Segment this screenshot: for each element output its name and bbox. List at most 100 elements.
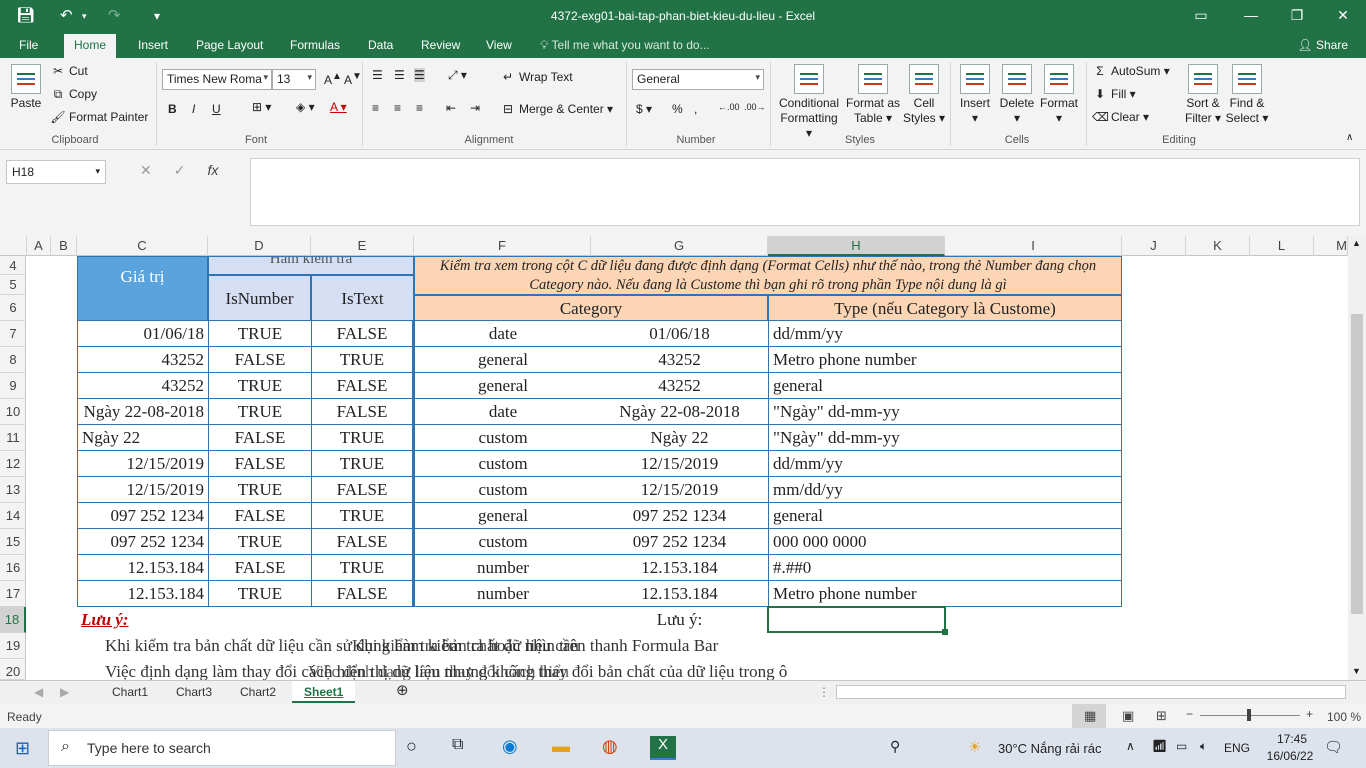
cell-shown-value[interactable]: 097 252 1234 <box>591 529 768 555</box>
middle-align-icon[interactable]: ☰ <box>394 68 405 82</box>
collapse-ribbon-icon[interactable]: ∧ <box>1346 132 1353 143</box>
align-center-icon[interactable]: ≡ <box>394 101 401 115</box>
sheet-tab-chart1[interactable]: Chart1 <box>100 681 160 703</box>
borders-icon[interactable]: ⊞ ▾ <box>252 100 271 114</box>
selected-cell-h18[interactable] <box>767 606 946 633</box>
tab-file[interactable]: File <box>19 38 38 52</box>
sheet-tab-chart2[interactable]: Chart2 <box>228 681 288 703</box>
italic-button[interactable]: I <box>192 102 195 116</box>
cell-value[interactable]: 43252 <box>77 373 208 399</box>
cut-button[interactable]: ✂ Cut <box>50 64 88 78</box>
select-all-corner[interactable] <box>0 236 27 256</box>
conditional-formatting-button[interactable]: Conditional Formatting ▾ <box>776 64 842 141</box>
cell-category[interactable]: number <box>414 581 591 607</box>
tell-me-box[interactable]: 💡︎ Tell me what you want to do... <box>540 38 710 53</box>
col-header-d[interactable]: D <box>208 236 311 256</box>
cell-istext[interactable]: TRUE <box>311 451 414 477</box>
font-name-combo[interactable]: Times New Roma ▾ <box>162 69 272 90</box>
tab-view[interactable]: View <box>486 38 512 52</box>
cell-category[interactable]: general <box>414 373 591 399</box>
currency-icon[interactable]: $ ▾ <box>636 102 652 116</box>
cell-isnumber[interactable]: TRUE <box>208 399 311 425</box>
decrease-decimal-icon[interactable]: .00→ <box>744 102 766 112</box>
underline-button[interactable]: U <box>212 102 221 116</box>
cell-shown-value[interactable]: 097 252 1234 <box>591 503 768 529</box>
horizontal-scrollbar[interactable] <box>836 685 1346 699</box>
header-isnumber[interactable]: IsNumber <box>208 275 311 321</box>
header-ham-kiem-tra[interactable]: Hàm kiểm tra <box>208 256 414 275</box>
cell-value[interactable]: 43252 <box>77 347 208 373</box>
scroll-up-icon[interactable]: ▲ <box>1352 238 1361 248</box>
cancel-icon[interactable]: ✕ <box>140 162 152 178</box>
page-break-icon[interactable]: ⊞ <box>1156 708 1167 724</box>
tab-insert[interactable]: Insert <box>138 38 168 52</box>
merge-center-button[interactable]: ⊟ Merge & Center ▾ <box>500 102 613 116</box>
tab-data[interactable]: Data <box>368 38 393 52</box>
col-header-j[interactable]: J <box>1122 236 1186 256</box>
header-instruction[interactable]: Kiểm tra xem trong cột C dữ liệu đang đư… <box>414 256 1122 295</box>
cell-shown-value[interactable]: Ngày 22-08-2018 <box>591 399 768 425</box>
decrease-font-icon[interactable]: A▼ <box>344 71 362 87</box>
cell-isnumber[interactable]: TRUE <box>208 321 311 347</box>
fill-color-icon[interactable]: ◈ ▾ <box>296 100 315 114</box>
copy-button[interactable]: ⧉ Copy <box>50 87 97 102</box>
cell-shown-value[interactable]: 12/15/2019 <box>591 477 768 503</box>
cell-type[interactable]: 000 000 0000 <box>768 529 1122 555</box>
note-line-1[interactable]: Khi kiểm tra bản chất dữ liệu cần sử dụn… <box>105 633 1205 659</box>
header-istext[interactable]: IsText <box>311 275 414 321</box>
name-box[interactable]: H18 ▾ <box>6 160 106 184</box>
battery-icon[interactable]: ▭ <box>1176 739 1187 753</box>
volume-icon[interactable]: 🔈︎ <box>1200 739 1207 754</box>
cell-category[interactable]: general <box>414 503 591 529</box>
cell-category[interactable]: custom <box>414 477 591 503</box>
cell-istext[interactable]: FALSE <box>311 399 414 425</box>
next-sheet-icon[interactable]: ▶ <box>48 681 81 703</box>
clock-time[interactable]: 17:45 <box>1270 732 1314 746</box>
font-size-combo[interactable]: 13 ▾ <box>272 69 316 90</box>
cell-type[interactable]: general <box>768 373 1122 399</box>
cell-type[interactable]: dd/mm/yy <box>768 321 1122 347</box>
cell-shown-value[interactable]: Ngày 22 <box>591 425 768 451</box>
tab-review[interactable]: Review <box>421 38 460 52</box>
cell-shown-value[interactable]: 12.153.184 <box>591 555 768 581</box>
cell-isnumber[interactable]: TRUE <box>208 373 311 399</box>
note-line-2[interactable]: Việc định dạng làm thay đổi cách hiển th… <box>105 659 1205 680</box>
header-gia-tri[interactable]: Giá trị <box>77 256 208 321</box>
cell-isnumber[interactable]: FALSE <box>208 555 311 581</box>
cell-type[interactable]: dd/mm/yy <box>768 451 1122 477</box>
col-header-l[interactable]: L <box>1250 236 1314 256</box>
cell-istext[interactable]: FALSE <box>311 373 414 399</box>
cell-category[interactable]: custom <box>414 451 591 477</box>
cell-value[interactable]: 01/06/18 <box>77 321 208 347</box>
cell-istext[interactable]: FALSE <box>311 581 414 607</box>
task-view-icon[interactable]: ⧉ <box>452 736 478 760</box>
edge-icon[interactable]: ◉ <box>502 736 528 760</box>
cell-isnumber[interactable]: FALSE <box>208 503 311 529</box>
decrease-indent-icon[interactable]: ⇤ <box>446 101 456 115</box>
sort-filter-button[interactable]: Sort & Filter ▾ <box>1180 64 1226 126</box>
new-sheet-icon[interactable]: ⊕ <box>384 681 421 703</box>
cell-type[interactable]: Metro phone number <box>768 347 1122 373</box>
cell-value[interactable]: 097 252 1234 <box>77 503 208 529</box>
col-header-g[interactable]: G <box>591 236 768 256</box>
enter-icon[interactable]: ✓ <box>174 162 186 178</box>
tray-chevron-icon[interactable]: ∧ <box>1126 739 1135 753</box>
insert-function-icon[interactable]: fx <box>207 162 218 178</box>
cortana-icon[interactable]: ○ <box>406 736 432 760</box>
cell-isnumber[interactable]: TRUE <box>208 581 311 607</box>
cell-isnumber[interactable]: TRUE <box>208 477 311 503</box>
formula-input[interactable] <box>250 158 1360 226</box>
autosum-button[interactable]: Σ AutoSum ▾ <box>1092 64 1169 78</box>
people-icon[interactable]: ⚲ <box>890 738 900 755</box>
vertical-scrollbar[interactable]: ▲ ▼ <box>1348 236 1366 680</box>
col-header-a[interactable]: A <box>27 236 51 256</box>
delete-cells-button[interactable]: Delete ▾ <box>998 64 1036 126</box>
restore-button[interactable]: ❐ <box>1287 7 1307 24</box>
cell-shown-value[interactable]: 12/15/2019 <box>591 451 768 477</box>
page-layout-icon[interactable]: ▣ <box>1122 708 1134 724</box>
zoom-in-icon[interactable]: + <box>1306 707 1313 721</box>
cell-value[interactable]: Ngày 22 <box>77 425 208 451</box>
col-header-b[interactable]: B <box>51 236 77 256</box>
cell-istext[interactable]: FALSE <box>311 477 414 503</box>
cell-istext[interactable]: TRUE <box>311 555 414 581</box>
